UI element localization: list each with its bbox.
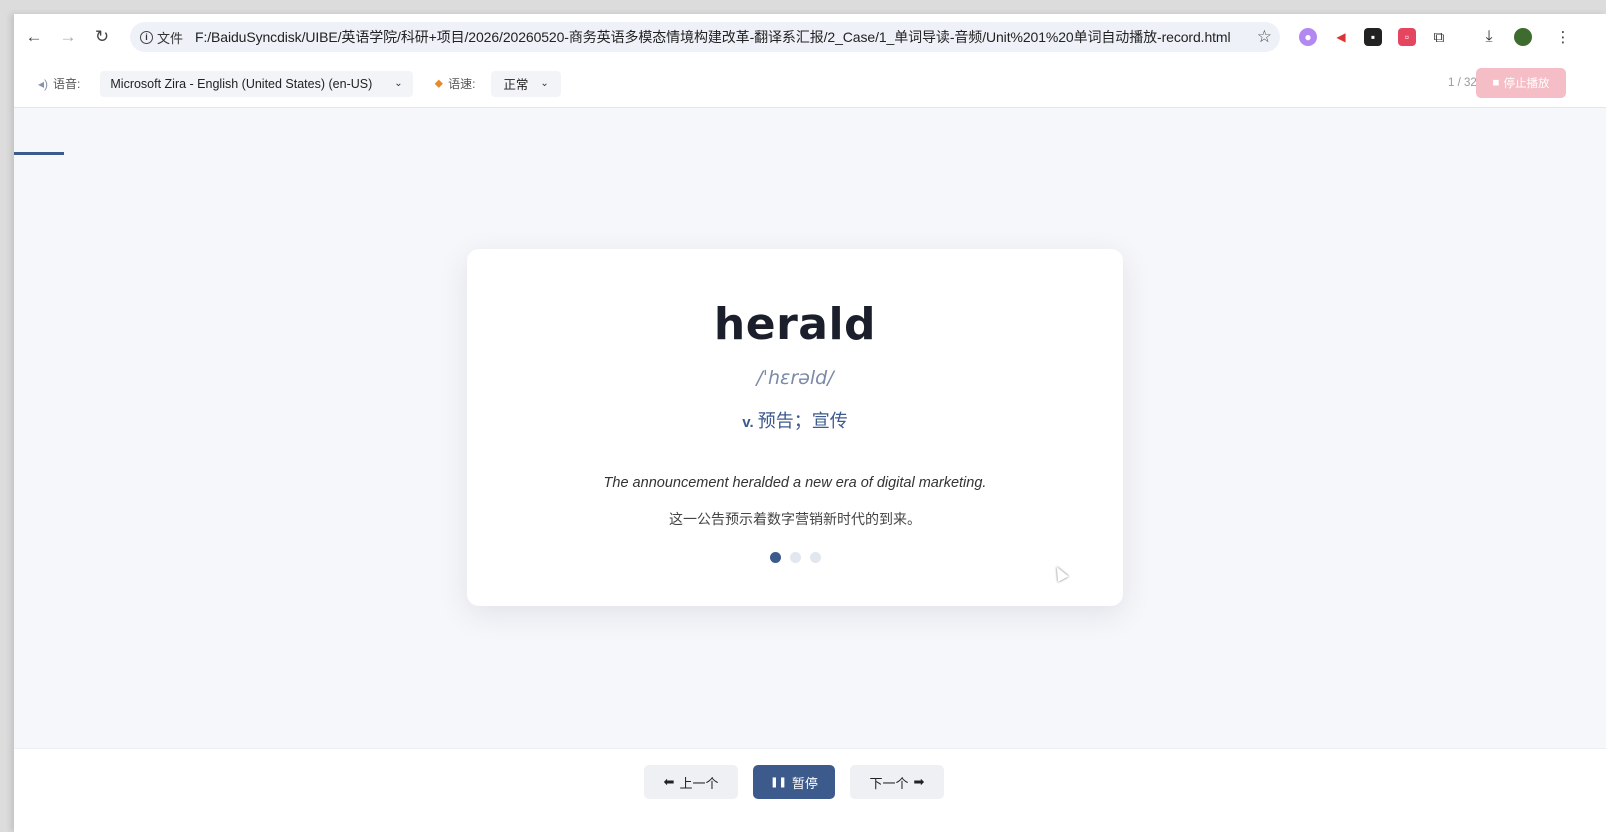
voice-label-group: ◂) 语音: — [38, 75, 80, 92]
word-card: herald /ˈhɛrəld/ v. 预告；宣传 The announcemen… — [467, 249, 1123, 606]
url-text[interactable]: F:/BaiduSyncdisk/UIBE/英语学院/科研+项目/2026/20… — [195, 27, 1230, 47]
extension-megaphone-icon[interactable]: ◀ — [1332, 28, 1350, 46]
example-sentence-zh: 这一公告预示着数字营销新时代的到来。 — [669, 511, 921, 527]
previous-label: 上一个 — [679, 775, 719, 791]
extension-square-icon[interactable]: ▪ — [1364, 28, 1382, 46]
example-sentence-en: The announcement heralded a new era of d… — [603, 475, 987, 491]
stop-playback-button[interactable]: ■ 停止播放 — [1476, 68, 1566, 98]
step-dot — [789, 552, 801, 563]
playback-controls: ⬅ 上一个 ❚❚ 暂停 下一个 ➡ — [14, 748, 1606, 832]
app-toolbar: ◂) 语音: Microsoft Zira - English (United … — [14, 60, 1606, 155]
chevron-down-icon: ⌄ — [540, 78, 549, 89]
reload-icon[interactable]: ↻ — [88, 23, 116, 51]
voice-label: 语音: — [53, 77, 81, 91]
part-of-speech: v. — [742, 414, 754, 431]
chevron-down-icon: ⌄ — [394, 78, 403, 89]
step-dot — [809, 552, 821, 563]
extension-brain-icon[interactable]: ● — [1299, 28, 1317, 46]
pause-button[interactable]: ❚❚ 暂停 — [753, 765, 835, 799]
rate-label-group: ⬥ 语速: — [435, 75, 476, 92]
extensions-puzzle-icon[interactable]: ⧉ — [1430, 28, 1448, 46]
progress-bar — [14, 152, 1606, 155]
profile-avatar[interactable] — [1514, 28, 1532, 46]
voice-select[interactable]: Microsoft Zira - English (United States)… — [100, 70, 413, 97]
pause-label: 暂停 — [791, 775, 818, 791]
site-info-label: 文件 — [157, 30, 184, 46]
previous-button[interactable]: ⬅ 上一个 — [644, 765, 738, 799]
step-dot — [769, 552, 781, 563]
next-button[interactable]: 下一个 ➡ — [850, 765, 944, 799]
word-meaning: v. 预告；宣传 — [467, 407, 1123, 433]
star-icon[interactable]: ☆ — [1257, 27, 1272, 47]
address-bar[interactable]: i 文件 F:/BaiduSyncdisk/UIBE/英语学院/科研+项目/20… — [130, 22, 1280, 52]
speaker-icon: ◂) — [38, 76, 49, 91]
menu-icon[interactable]: ⋮ — [1554, 28, 1572, 46]
download-icon[interactable]: ⤓ — [1480, 28, 1498, 46]
rate-label: 语速: — [448, 77, 476, 91]
phonetic-transcription: /ˈhɛrəld/ — [756, 367, 834, 389]
site-info-chip[interactable]: i 文件 — [140, 28, 183, 47]
meaning-text: 预告；宣传 — [757, 411, 848, 431]
info-icon: i — [140, 30, 153, 44]
stop-icon: ■ — [1492, 77, 1500, 89]
progress-bar-fill — [14, 152, 64, 155]
pause-icon: ❚❚ — [770, 776, 787, 788]
next-label: 下一个 — [869, 775, 909, 791]
step-indicator — [467, 552, 1123, 563]
voice-select-value: Microsoft Zira - English (United States)… — [110, 76, 373, 91]
rate-select[interactable]: 正常 ⌄ — [491, 70, 561, 97]
arrow-right-icon: ➡ — [913, 774, 925, 789]
stop-playback-label: 停止播放 — [1503, 78, 1550, 90]
browser-window: ← → ↻ i 文件 F:/BaiduSyncdisk/UIBE/英语学院/科研… — [14, 14, 1606, 832]
rate-select-value: 正常 — [503, 78, 529, 92]
back-arrow-icon[interactable]: ← — [20, 23, 48, 51]
extension-red-icon[interactable]: ▫ — [1398, 28, 1416, 46]
forward-arrow-icon[interactable]: → — [54, 23, 82, 51]
browser-toolbar: ← → ↻ i 文件 F:/BaiduSyncdisk/UIBE/英语学院/科研… — [14, 14, 1606, 60]
rocket-icon: ⬥ — [434, 76, 444, 90]
arrow-left-icon: ⬅ — [663, 774, 675, 789]
word-headword: herald — [713, 299, 877, 350]
